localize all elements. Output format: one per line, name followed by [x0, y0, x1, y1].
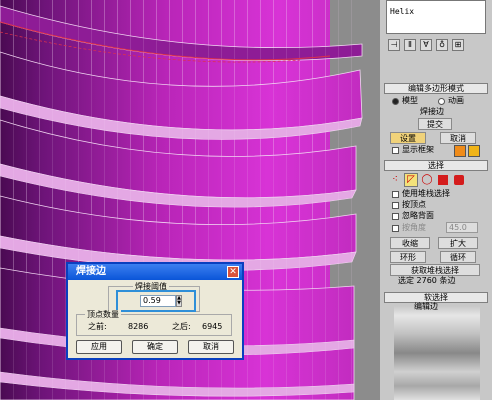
- modifier-stack-list[interactable]: Helix: [386, 0, 486, 34]
- before-value: 8286: [128, 322, 149, 331]
- cage-color-swatch-2[interactable]: [468, 145, 480, 157]
- by-vertex-checkbox[interactable]: [392, 202, 399, 209]
- dialog-cancel-button[interactable]: 取消: [188, 340, 234, 354]
- remove-modifier-icon[interactable]: ♁: [436, 39, 448, 51]
- by-angle-checkbox[interactable]: [392, 225, 399, 232]
- vertex-count-group-title: 顶点数量: [85, 310, 121, 319]
- make-unique-icon[interactable]: ∀: [420, 39, 432, 51]
- modifier-list-item[interactable]: Helix: [390, 7, 414, 17]
- grow-button[interactable]: 扩大: [438, 237, 478, 249]
- after-value: 6945: [202, 322, 223, 331]
- show-end-result-icon[interactable]: Ⅱ: [404, 39, 416, 51]
- commit-button[interactable]: 提交: [418, 118, 452, 130]
- edit-poly-mode-title: 编辑多边形模式: [408, 84, 464, 93]
- pin-stack-icon[interactable]: ⊣: [388, 39, 400, 51]
- subobject-icons: ⁖ ◸ ◯: [388, 173, 484, 187]
- use-stack-checkbox[interactable]: [392, 191, 399, 198]
- by-angle-label: 按角度: [402, 223, 426, 232]
- polygon-icon[interactable]: [438, 175, 448, 185]
- ok-button[interactable]: 确定: [132, 340, 178, 354]
- shrink-button[interactable]: 收缩: [390, 237, 430, 249]
- threshold-input[interactable]: 0.59: [140, 295, 176, 307]
- model-label: 模型: [402, 96, 418, 105]
- close-icon[interactable]: ✕: [227, 266, 239, 278]
- edit-poly-mode-rollout[interactable]: 编辑多边形模式: [384, 83, 488, 94]
- loop-button[interactable]: 循环: [440, 251, 476, 263]
- soft-selection-title: 软选择: [424, 293, 448, 302]
- selection-title: 选择: [428, 161, 444, 170]
- weld-edge-label: 焊接边: [420, 107, 444, 116]
- soft-selection-curve: [394, 306, 480, 400]
- after-label: 之后:: [172, 322, 191, 331]
- stack-toolbar: ⊣ Ⅱ ∀ ♁ ⊞: [386, 38, 486, 52]
- animate-radio[interactable]: [438, 98, 445, 105]
- vertex-icon[interactable]: ⁖: [388, 173, 402, 187]
- spinner-arrows-icon[interactable]: ▲ ▼: [176, 295, 182, 307]
- selection-status: 选定 2760 条边: [398, 276, 456, 285]
- apply-button[interactable]: 应用: [76, 340, 122, 354]
- cancel-button[interactable]: 取消: [440, 132, 476, 144]
- animate-label: 动画: [448, 96, 464, 105]
- use-stack-label: 使用堆栈选择: [402, 189, 450, 198]
- edit-edges-label: 编辑边: [414, 302, 438, 311]
- settings-button[interactable]: 设置: [390, 132, 426, 144]
- by-angle-input[interactable]: 45.0: [446, 222, 478, 233]
- get-stack-selection-button[interactable]: 获取堆栈选择: [390, 264, 480, 276]
- model-radio[interactable]: [392, 98, 399, 105]
- ignore-backfacing-label: 忽略背面: [402, 211, 434, 220]
- weld-edges-dialog: 焊接边 ✕ 焊接阈值 0.59 ▲ ▼ 顶点数量 之前: 8286 之后: 694…: [66, 262, 244, 360]
- border-icon[interactable]: ◯: [420, 173, 434, 187]
- command-panel: Helix ⊣ Ⅱ ∀ ♁ ⊞ 编辑多边形模式 模型 动画 焊接边 提交 设置 …: [380, 0, 492, 400]
- ignore-backfacing-checkbox[interactable]: [392, 213, 399, 220]
- ring-button[interactable]: 环形: [390, 251, 426, 263]
- configure-modifier-icon[interactable]: ⊞: [452, 39, 464, 51]
- dialog-title: 焊接边: [68, 264, 242, 280]
- before-label: 之前:: [88, 322, 107, 331]
- show-cage-checkbox[interactable]: [392, 147, 399, 154]
- edge-icon[interactable]: ◸: [404, 173, 418, 187]
- element-icon[interactable]: [454, 175, 464, 185]
- cage-color-swatch-1[interactable]: [454, 145, 466, 157]
- selection-rollout[interactable]: 选择: [384, 160, 488, 171]
- show-cage-label: 显示框架: [402, 145, 434, 154]
- by-vertex-label: 按顶点: [402, 200, 426, 209]
